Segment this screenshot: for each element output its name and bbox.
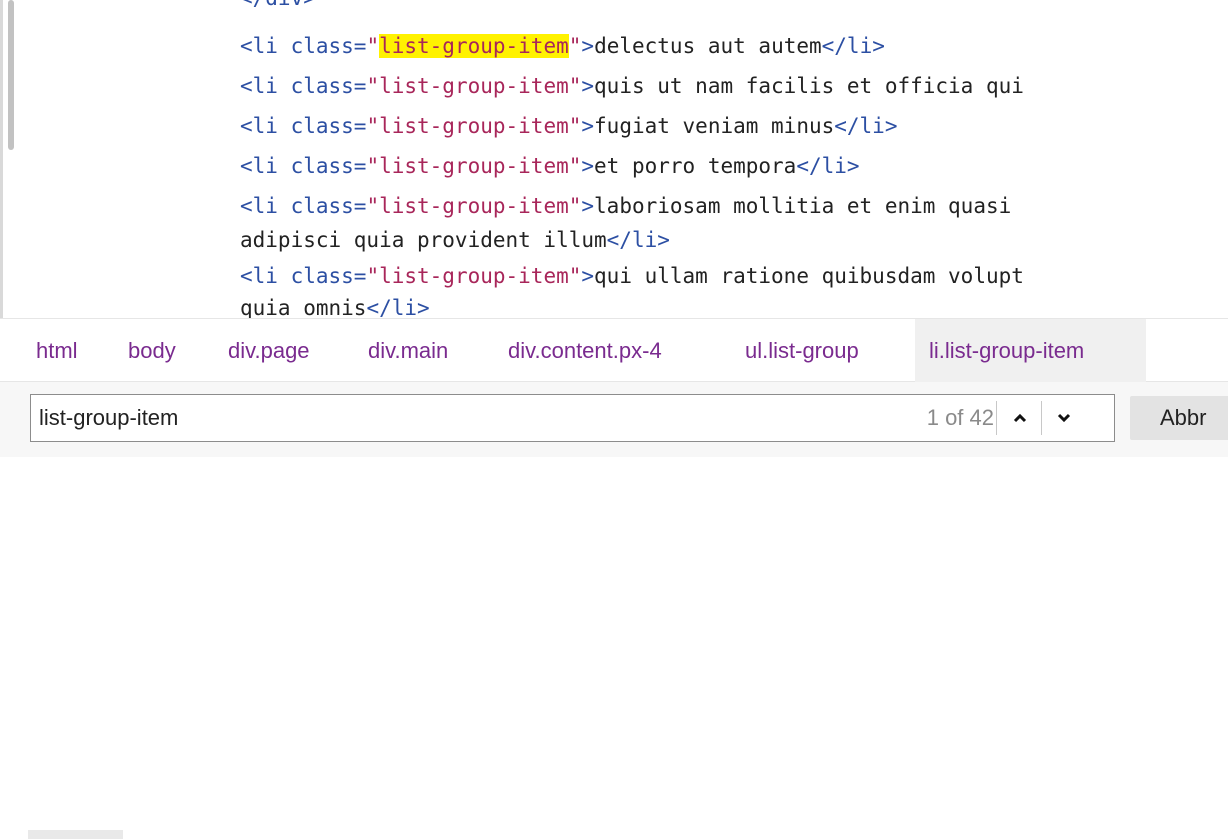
- bottom-strip: [28, 830, 123, 839]
- breadcrumb: html body div.page div.main div.content.…: [0, 318, 1228, 382]
- code-token: class=: [290, 74, 367, 98]
- code-token: "list-group-item": [366, 114, 582, 138]
- search-query[interactable]: list-group-item: [39, 395, 178, 441]
- code-token: et porro tempora: [594, 154, 797, 178]
- code-line: </div>: [240, 0, 316, 13]
- next-match-button[interactable]: [1042, 395, 1085, 441]
- code-token: "list-group-item": [366, 74, 582, 98]
- cancel-button[interactable]: Abbr: [1130, 396, 1228, 440]
- match-count: 1 of 42: [926, 405, 994, 430]
- panel-edge: [0, 0, 3, 318]
- search-match-highlight: list-group-item: [379, 34, 569, 58]
- breadcrumb-item-html[interactable]: html: [36, 319, 78, 382]
- code-token: >: [581, 34, 595, 58]
- scrollbar-thumb[interactable]: [8, 0, 14, 150]
- input-divider: [996, 401, 997, 435]
- code-token: </li>: [796, 154, 860, 178]
- code-token: <li: [240, 74, 291, 98]
- find-bar: list-group-item 1 of 42 Abbr: [0, 382, 1228, 839]
- code-line: <li class="list-group-item">fugiat venia…: [240, 111, 897, 141]
- code-token: </li>: [606, 228, 670, 252]
- source-code-panel[interactable]: </div><li class="list-group-item">delect…: [0, 0, 1228, 318]
- code-line: <li class="list-group-item">et porro tem…: [240, 151, 860, 181]
- code-token: "list-group-item": [366, 154, 582, 178]
- code-token: "list-group-item": [366, 264, 582, 288]
- code-token: >: [581, 194, 595, 218]
- code-line: quia omnis</li>: [240, 293, 430, 318]
- code-token: </div>: [240, 0, 316, 10]
- code-line: adipisci quia provident illum</li>: [240, 225, 670, 255]
- breadcrumb-item-div-content[interactable]: div.content.px-4: [508, 319, 662, 382]
- breadcrumb-item-div-page[interactable]: div.page: [228, 319, 310, 382]
- code-token: </li>: [821, 34, 885, 58]
- code-token: <li: [240, 154, 291, 178]
- breadcrumb-item-div-main[interactable]: div.main: [368, 319, 448, 382]
- code-token: >: [581, 74, 595, 98]
- code-token: class=: [290, 264, 367, 288]
- code-line: <li class="list-group-item">delectus aut…: [240, 31, 885, 61]
- previous-match-button[interactable]: [998, 395, 1041, 441]
- code-token: class=: [290, 194, 367, 218]
- code-token: class=: [290, 34, 367, 58]
- code-token: laboriosam mollitia et enim quasi: [594, 194, 1012, 218]
- chevron-down-icon: [1057, 413, 1070, 423]
- breadcrumb-item-li-list-group-item[interactable]: li.list-group-item: [915, 319, 1146, 382]
- code-token: quia omnis: [240, 296, 367, 318]
- search-input[interactable]: list-group-item 1 of 42: [30, 394, 1115, 442]
- code-token: <li: [240, 264, 291, 288]
- code-token: ": [366, 34, 380, 58]
- code-token: >: [581, 154, 595, 178]
- code-token: fugiat veniam minus: [594, 114, 835, 138]
- code-token: >: [581, 114, 595, 138]
- code-token: class=: [290, 114, 367, 138]
- code-token: </li>: [834, 114, 898, 138]
- chevron-up-icon: [1013, 413, 1026, 423]
- code-token: </li>: [366, 296, 430, 318]
- code-token: class=: [290, 154, 367, 178]
- code-token: >: [581, 264, 595, 288]
- code-line: <li class="list-group-item">laboriosam m…: [240, 191, 1011, 221]
- code-token: "list-group-item": [366, 194, 582, 218]
- breadcrumb-item-body[interactable]: body: [128, 319, 176, 382]
- code-token: <li: [240, 194, 291, 218]
- code-token: adipisci quia provident illum: [240, 228, 607, 252]
- code-line: <li class="list-group-item">qui ullam ra…: [240, 261, 1024, 291]
- code-line: <li class="list-group-item">quis ut nam …: [240, 71, 1024, 101]
- code-token: quis ut nam facilis et officia qui: [594, 74, 1024, 98]
- code-token: qui ullam ratione quibusdam volupt: [594, 264, 1024, 288]
- code-token: ": [568, 34, 582, 58]
- code-token: delectus aut autem: [594, 34, 822, 58]
- code-token: <li: [240, 114, 291, 138]
- breadcrumb-item-ul-list-group[interactable]: ul.list-group: [745, 319, 859, 382]
- code-token: <li: [240, 34, 291, 58]
